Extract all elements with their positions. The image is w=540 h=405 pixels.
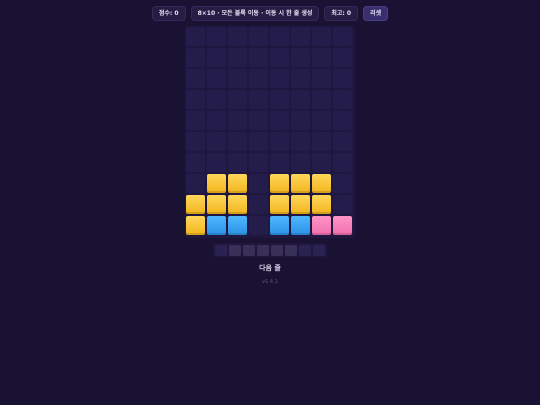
empty-cell	[228, 111, 247, 130]
empty-cell	[249, 174, 268, 193]
block-yellow[interactable]	[291, 195, 310, 214]
empty-cell	[291, 111, 310, 130]
empty-cell	[207, 111, 226, 130]
block-blue[interactable]	[270, 216, 289, 235]
empty-cell	[186, 90, 205, 109]
block-yellow[interactable]	[207, 195, 226, 214]
next-block	[243, 245, 255, 256]
empty-cell	[207, 48, 226, 67]
empty-cell	[291, 48, 310, 67]
next-block	[285, 245, 297, 256]
block-yellow[interactable]	[228, 195, 247, 214]
empty-cell	[270, 111, 289, 130]
empty-cell	[249, 216, 268, 235]
empty-cell	[312, 90, 331, 109]
next-row-label: 다음 줄	[259, 264, 281, 272]
empty-cell	[312, 153, 331, 172]
empty-cell	[291, 132, 310, 151]
block-blue[interactable]	[291, 216, 310, 235]
empty-cell	[249, 195, 268, 214]
empty-cell	[249, 69, 268, 88]
empty-cell	[291, 153, 310, 172]
empty-cell	[333, 174, 352, 193]
empty-cell	[333, 153, 352, 172]
empty-cell	[207, 153, 226, 172]
empty-cell	[312, 69, 331, 88]
block-yellow[interactable]	[186, 195, 205, 214]
empty-cell	[186, 111, 205, 130]
empty-cell	[333, 90, 352, 109]
empty-cell	[186, 69, 205, 88]
empty-cell	[228, 69, 247, 88]
empty-cell	[270, 90, 289, 109]
next-block	[271, 245, 283, 256]
empty-cell	[249, 27, 268, 46]
empty-cell	[249, 153, 268, 172]
empty-cell	[207, 132, 226, 151]
next-row-preview	[213, 243, 327, 257]
next-empty-cell	[299, 245, 311, 256]
empty-cell	[270, 153, 289, 172]
block-yellow[interactable]	[312, 174, 331, 193]
mode-description: 8×10 · 모든 블록 이동 · 이동 시 한 줄 생성	[190, 6, 320, 21]
empty-cell	[312, 27, 331, 46]
block-yellow[interactable]	[312, 195, 331, 214]
empty-cell	[291, 69, 310, 88]
empty-cell	[186, 48, 205, 67]
block-blue[interactable]	[207, 216, 226, 235]
empty-cell	[333, 69, 352, 88]
block-blue[interactable]	[228, 216, 247, 235]
empty-cell	[291, 27, 310, 46]
empty-cell	[333, 48, 352, 67]
next-empty-cell	[215, 245, 227, 256]
game-board[interactable]	[185, 26, 355, 238]
empty-cell	[270, 132, 289, 151]
empty-cell	[228, 48, 247, 67]
empty-cell	[228, 27, 247, 46]
empty-cell	[207, 69, 226, 88]
empty-cell	[207, 27, 226, 46]
empty-cell	[249, 48, 268, 67]
empty-cell	[186, 132, 205, 151]
empty-cell	[228, 132, 247, 151]
block-yellow[interactable]	[207, 174, 226, 193]
top-bar: 점수: 0 8×10 · 모든 블록 이동 · 이동 시 한 줄 생성 최고: …	[0, 6, 540, 21]
empty-cell	[228, 90, 247, 109]
empty-cell	[249, 90, 268, 109]
empty-cell	[312, 48, 331, 67]
empty-cell	[333, 132, 352, 151]
block-pink[interactable]	[312, 216, 331, 235]
score-display: 점수: 0	[151, 6, 186, 21]
block-yellow[interactable]	[270, 174, 289, 193]
block-yellow[interactable]	[186, 216, 205, 235]
empty-cell	[207, 90, 226, 109]
next-block	[257, 245, 269, 256]
best-score-display: 최고: 0	[324, 6, 359, 21]
empty-cell	[270, 48, 289, 67]
empty-cell	[249, 111, 268, 130]
empty-cell	[291, 90, 310, 109]
version-label: v1.4.1	[262, 279, 278, 285]
empty-cell	[312, 132, 331, 151]
empty-cell	[270, 27, 289, 46]
block-yellow[interactable]	[291, 174, 310, 193]
next-empty-cell	[313, 245, 325, 256]
empty-cell	[333, 111, 352, 130]
empty-cell	[270, 69, 289, 88]
block-pink[interactable]	[333, 216, 352, 235]
next-block	[229, 245, 241, 256]
empty-cell	[228, 153, 247, 172]
empty-cell	[333, 27, 352, 46]
empty-cell	[312, 111, 331, 130]
block-yellow[interactable]	[270, 195, 289, 214]
empty-cell	[186, 174, 205, 193]
reset-button[interactable]: 리셋	[363, 6, 389, 21]
empty-cell	[186, 27, 205, 46]
block-yellow[interactable]	[228, 174, 247, 193]
empty-cell	[249, 132, 268, 151]
empty-cell	[186, 153, 205, 172]
empty-cell	[333, 195, 352, 214]
